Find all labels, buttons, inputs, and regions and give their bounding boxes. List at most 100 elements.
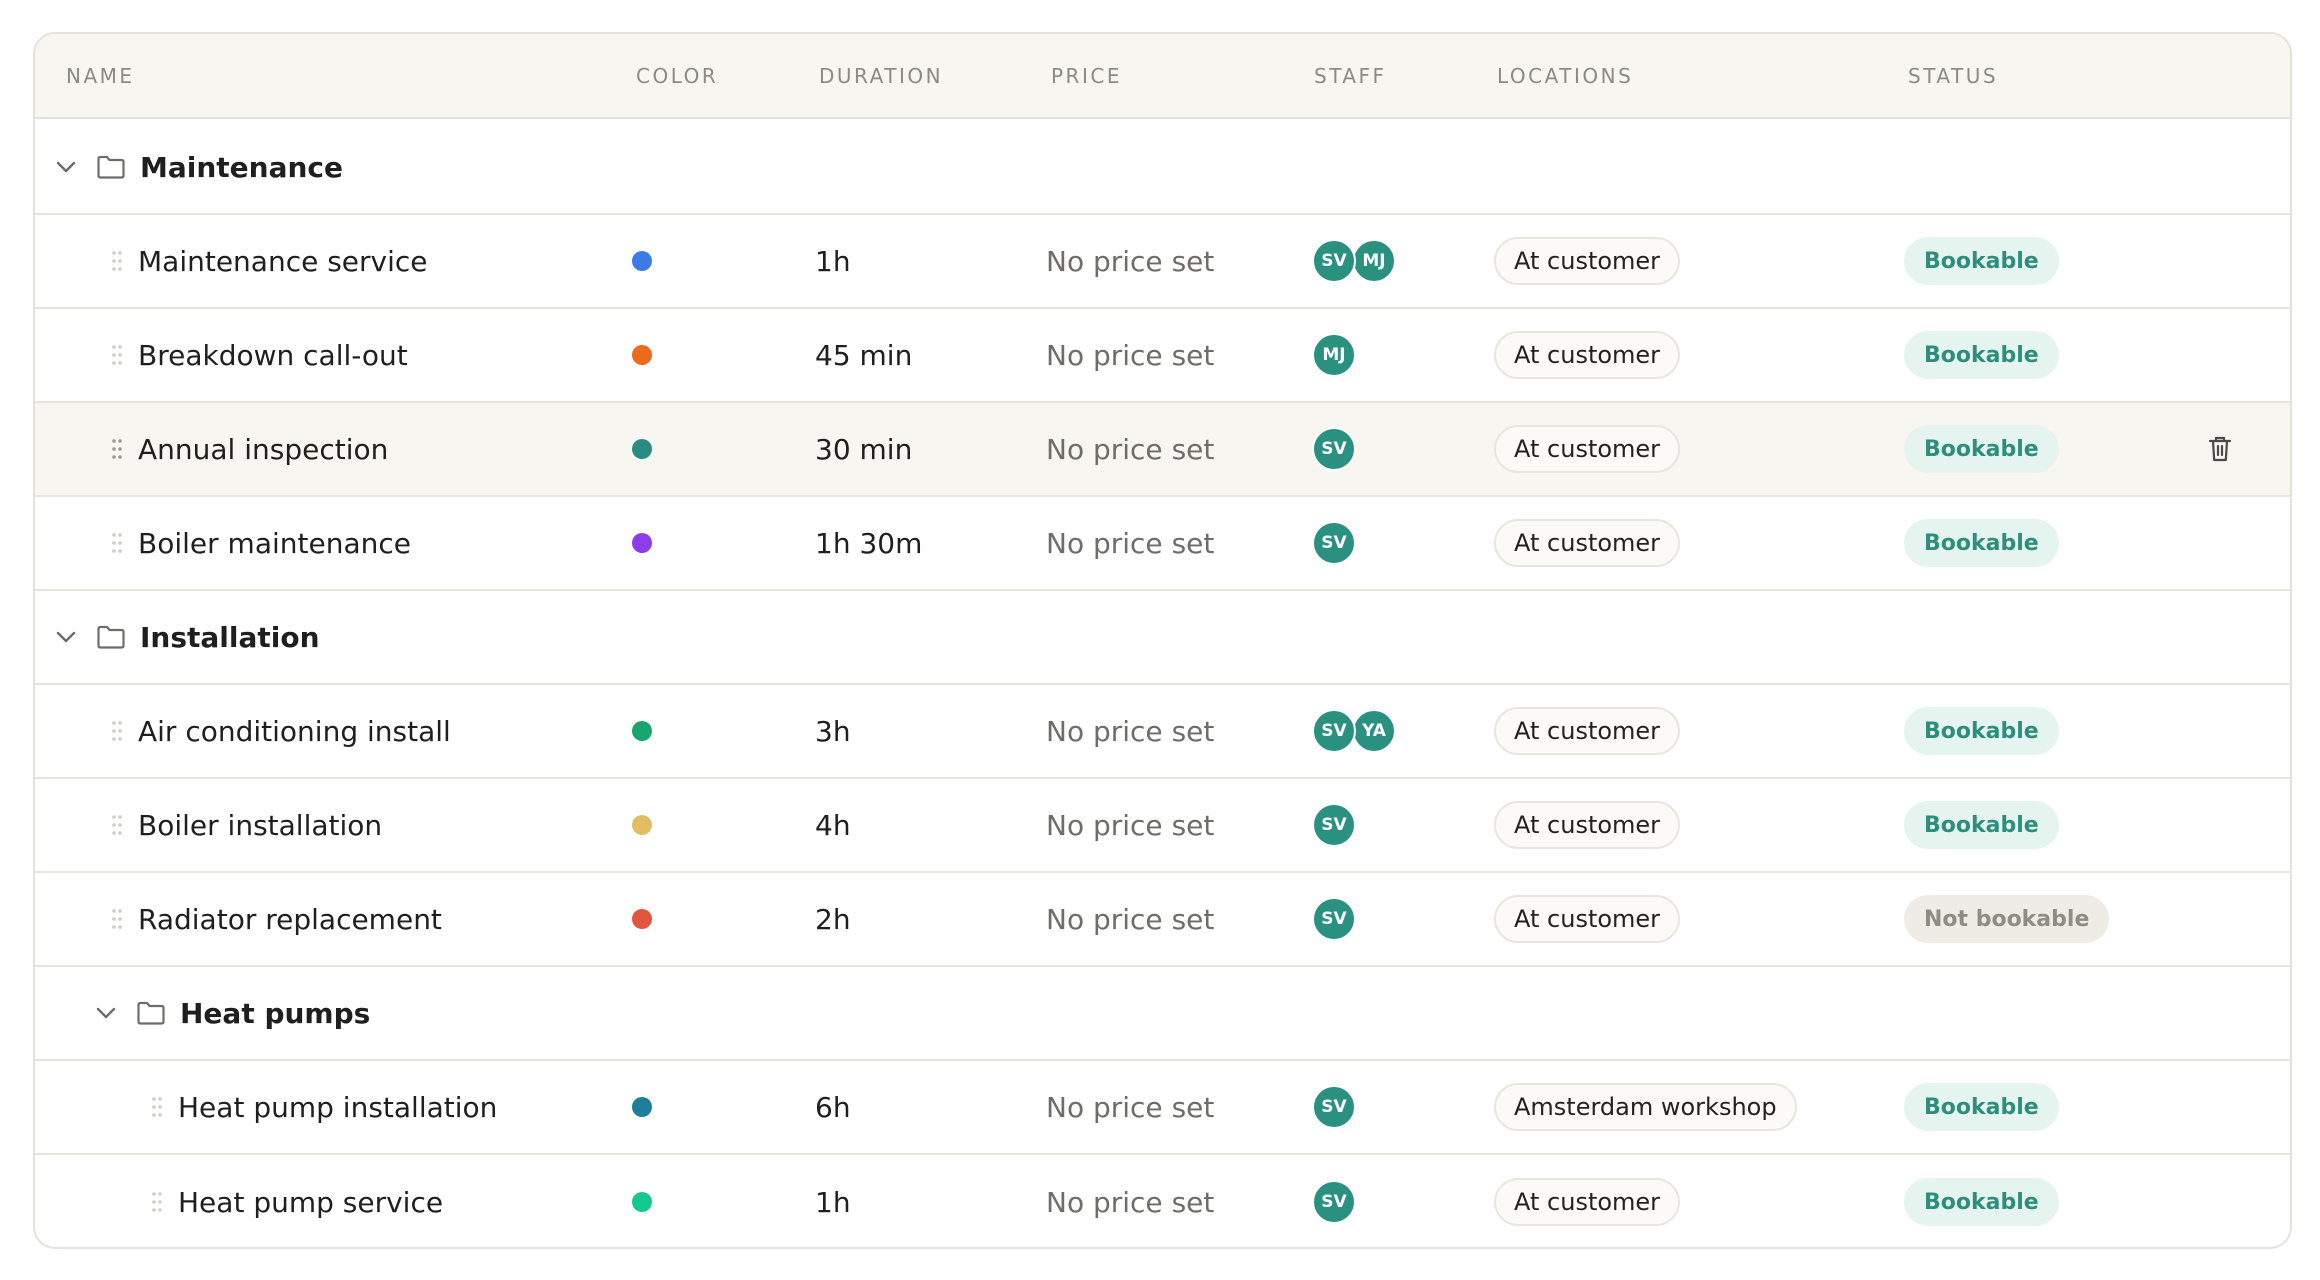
staff-avatar[interactable]: SV [1312, 521, 1356, 565]
table-row[interactable]: Radiator replacement 2h No price set SV At c… [35, 873, 2290, 967]
status-cell: Not bookable [1904, 873, 2110, 965]
table-row[interactable]: Heat pump service 1h No price set SV At cust… [35, 1155, 2290, 1247]
chevron-down-icon[interactable] [95, 967, 117, 1059]
duration-value: 1h [815, 244, 851, 278]
status-cell: Bookable [1904, 1061, 2059, 1153]
duration-value: 2h [815, 902, 851, 936]
location-tag: Amsterdam workshop [1494, 1083, 1797, 1131]
table-row[interactable]: Breakdown call-out 45 min No price set MJ At… [35, 309, 2290, 403]
service-name[interactable]: Heat pump installation [178, 1061, 497, 1153]
service-name[interactable]: Breakdown call-out [138, 309, 408, 401]
column-header-duration[interactable]: DURATION [819, 34, 943, 117]
trash-icon[interactable] [2207, 403, 2233, 495]
group-label[interactable]: Maintenance [140, 121, 343, 213]
column-header-status[interactable]: STATUS [1908, 34, 1998, 117]
location-tag: At customer [1494, 519, 1681, 567]
price-value: No price set [1046, 338, 1215, 372]
staff-avatar[interactable]: SV [1312, 1180, 1356, 1224]
staff-avatar[interactable]: MJ [1312, 333, 1356, 377]
drag-handle-icon[interactable] [111, 497, 123, 589]
staff-avatar[interactable]: SV [1312, 709, 1356, 753]
service-name[interactable]: Annual inspection [138, 403, 388, 495]
folder-icon [96, 121, 126, 213]
color-swatch[interactable] [632, 439, 652, 459]
color-swatch[interactable] [632, 721, 652, 741]
column-header-color[interactable]: COLOR [636, 34, 718, 117]
column-header-name[interactable]: NAME [66, 34, 135, 117]
chevron-down-icon[interactable] [55, 121, 77, 213]
color-swatch[interactable] [632, 1097, 652, 1117]
staff-cell: SV [1312, 403, 1452, 495]
group-row[interactable]: Maintenance [35, 121, 2290, 215]
service-name[interactable]: Boiler installation [138, 779, 382, 871]
status-badge[interactable]: Bookable [1904, 1178, 2059, 1226]
price-value: No price set [1046, 1090, 1215, 1124]
status-badge[interactable]: Bookable [1904, 707, 2059, 755]
table-row[interactable]: Air conditioning install 3h No price set SV… [35, 685, 2290, 779]
service-name[interactable]: Maintenance service [138, 215, 428, 307]
table-row[interactable]: Boiler installation 4h No price set SV At cu… [35, 779, 2290, 873]
status-cell: Bookable [1904, 215, 2059, 307]
staff-avatar[interactable]: MJ [1352, 239, 1396, 283]
staff-cell: SV [1312, 1155, 1452, 1247]
group-row[interactable]: Installation [35, 591, 2290, 685]
staff-avatar[interactable]: SV [1312, 897, 1356, 941]
drag-handle-icon[interactable] [111, 685, 123, 777]
group-label[interactable]: Heat pumps [180, 967, 370, 1059]
location-cell: At customer [1494, 779, 1681, 871]
drag-handle-icon[interactable] [151, 1061, 163, 1153]
price-value: No price set [1046, 244, 1215, 278]
drag-handle-icon[interactable] [111, 403, 123, 495]
chevron-down-icon[interactable] [55, 591, 77, 683]
table-row[interactable]: Annual inspection 30 min No price set SV At … [35, 403, 2290, 497]
staff-cell: SV YA [1312, 685, 1452, 777]
status-badge[interactable]: Bookable [1904, 801, 2059, 849]
status-cell: Bookable [1904, 1155, 2059, 1247]
service-name[interactable]: Heat pump service [178, 1155, 443, 1247]
price-value: No price set [1046, 526, 1215, 560]
location-tag: At customer [1494, 425, 1681, 473]
color-swatch[interactable] [632, 345, 652, 365]
group-row[interactable]: Heat pumps [35, 967, 2290, 1061]
group-label[interactable]: Installation [140, 591, 320, 683]
color-swatch[interactable] [632, 533, 652, 553]
table-row[interactable]: Maintenance service 1h No price set SV MJ At … [35, 215, 2290, 309]
color-cell [632, 685, 652, 777]
color-swatch[interactable] [632, 1192, 652, 1212]
staff-avatar[interactable]: SV [1312, 1085, 1356, 1129]
drag-handle-icon[interactable] [111, 779, 123, 871]
staff-avatar[interactable]: SV [1312, 427, 1356, 471]
location-cell: At customer [1494, 873, 1681, 965]
color-swatch[interactable] [632, 909, 652, 929]
color-cell [632, 1061, 652, 1153]
column-header-staff[interactable]: STAFF [1314, 34, 1387, 117]
column-header-locations[interactable]: LOCATIONS [1497, 34, 1633, 117]
staff-avatar[interactable]: SV [1312, 239, 1356, 283]
color-swatch[interactable] [632, 815, 652, 835]
drag-handle-icon[interactable] [111, 309, 123, 401]
status-badge[interactable]: Bookable [1904, 237, 2059, 285]
drag-handle-icon[interactable] [151, 1155, 163, 1247]
service-name[interactable]: Radiator replacement [138, 873, 442, 965]
drag-handle-icon[interactable] [111, 215, 123, 307]
status-badge[interactable]: Bookable [1904, 425, 2059, 473]
status-badge[interactable]: Not bookable [1904, 895, 2110, 943]
staff-avatar[interactable]: YA [1352, 709, 1396, 753]
status-badge[interactable]: Bookable [1904, 1083, 2059, 1131]
duration-value: 6h [815, 1090, 851, 1124]
service-name[interactable]: Air conditioning install [138, 685, 451, 777]
color-swatch[interactable] [632, 251, 652, 271]
duration-value: 45 min [815, 338, 913, 372]
drag-handle-icon[interactable] [111, 873, 123, 965]
column-header-price[interactable]: PRICE [1051, 34, 1122, 117]
location-tag: At customer [1494, 237, 1681, 285]
service-name[interactable]: Boiler maintenance [138, 497, 411, 589]
location-cell: At customer [1494, 497, 1681, 589]
staff-avatar[interactable]: SV [1312, 803, 1356, 847]
table-row[interactable]: Boiler maintenance 1h 30m No price set SV At… [35, 497, 2290, 591]
status-badge[interactable]: Bookable [1904, 519, 2059, 567]
table-row[interactable]: Heat pump installation 6h No price set SV Am… [35, 1061, 2290, 1155]
price-value: No price set [1046, 1185, 1215, 1219]
status-badge[interactable]: Bookable [1904, 331, 2059, 379]
staff-cell: MJ [1312, 309, 1452, 401]
